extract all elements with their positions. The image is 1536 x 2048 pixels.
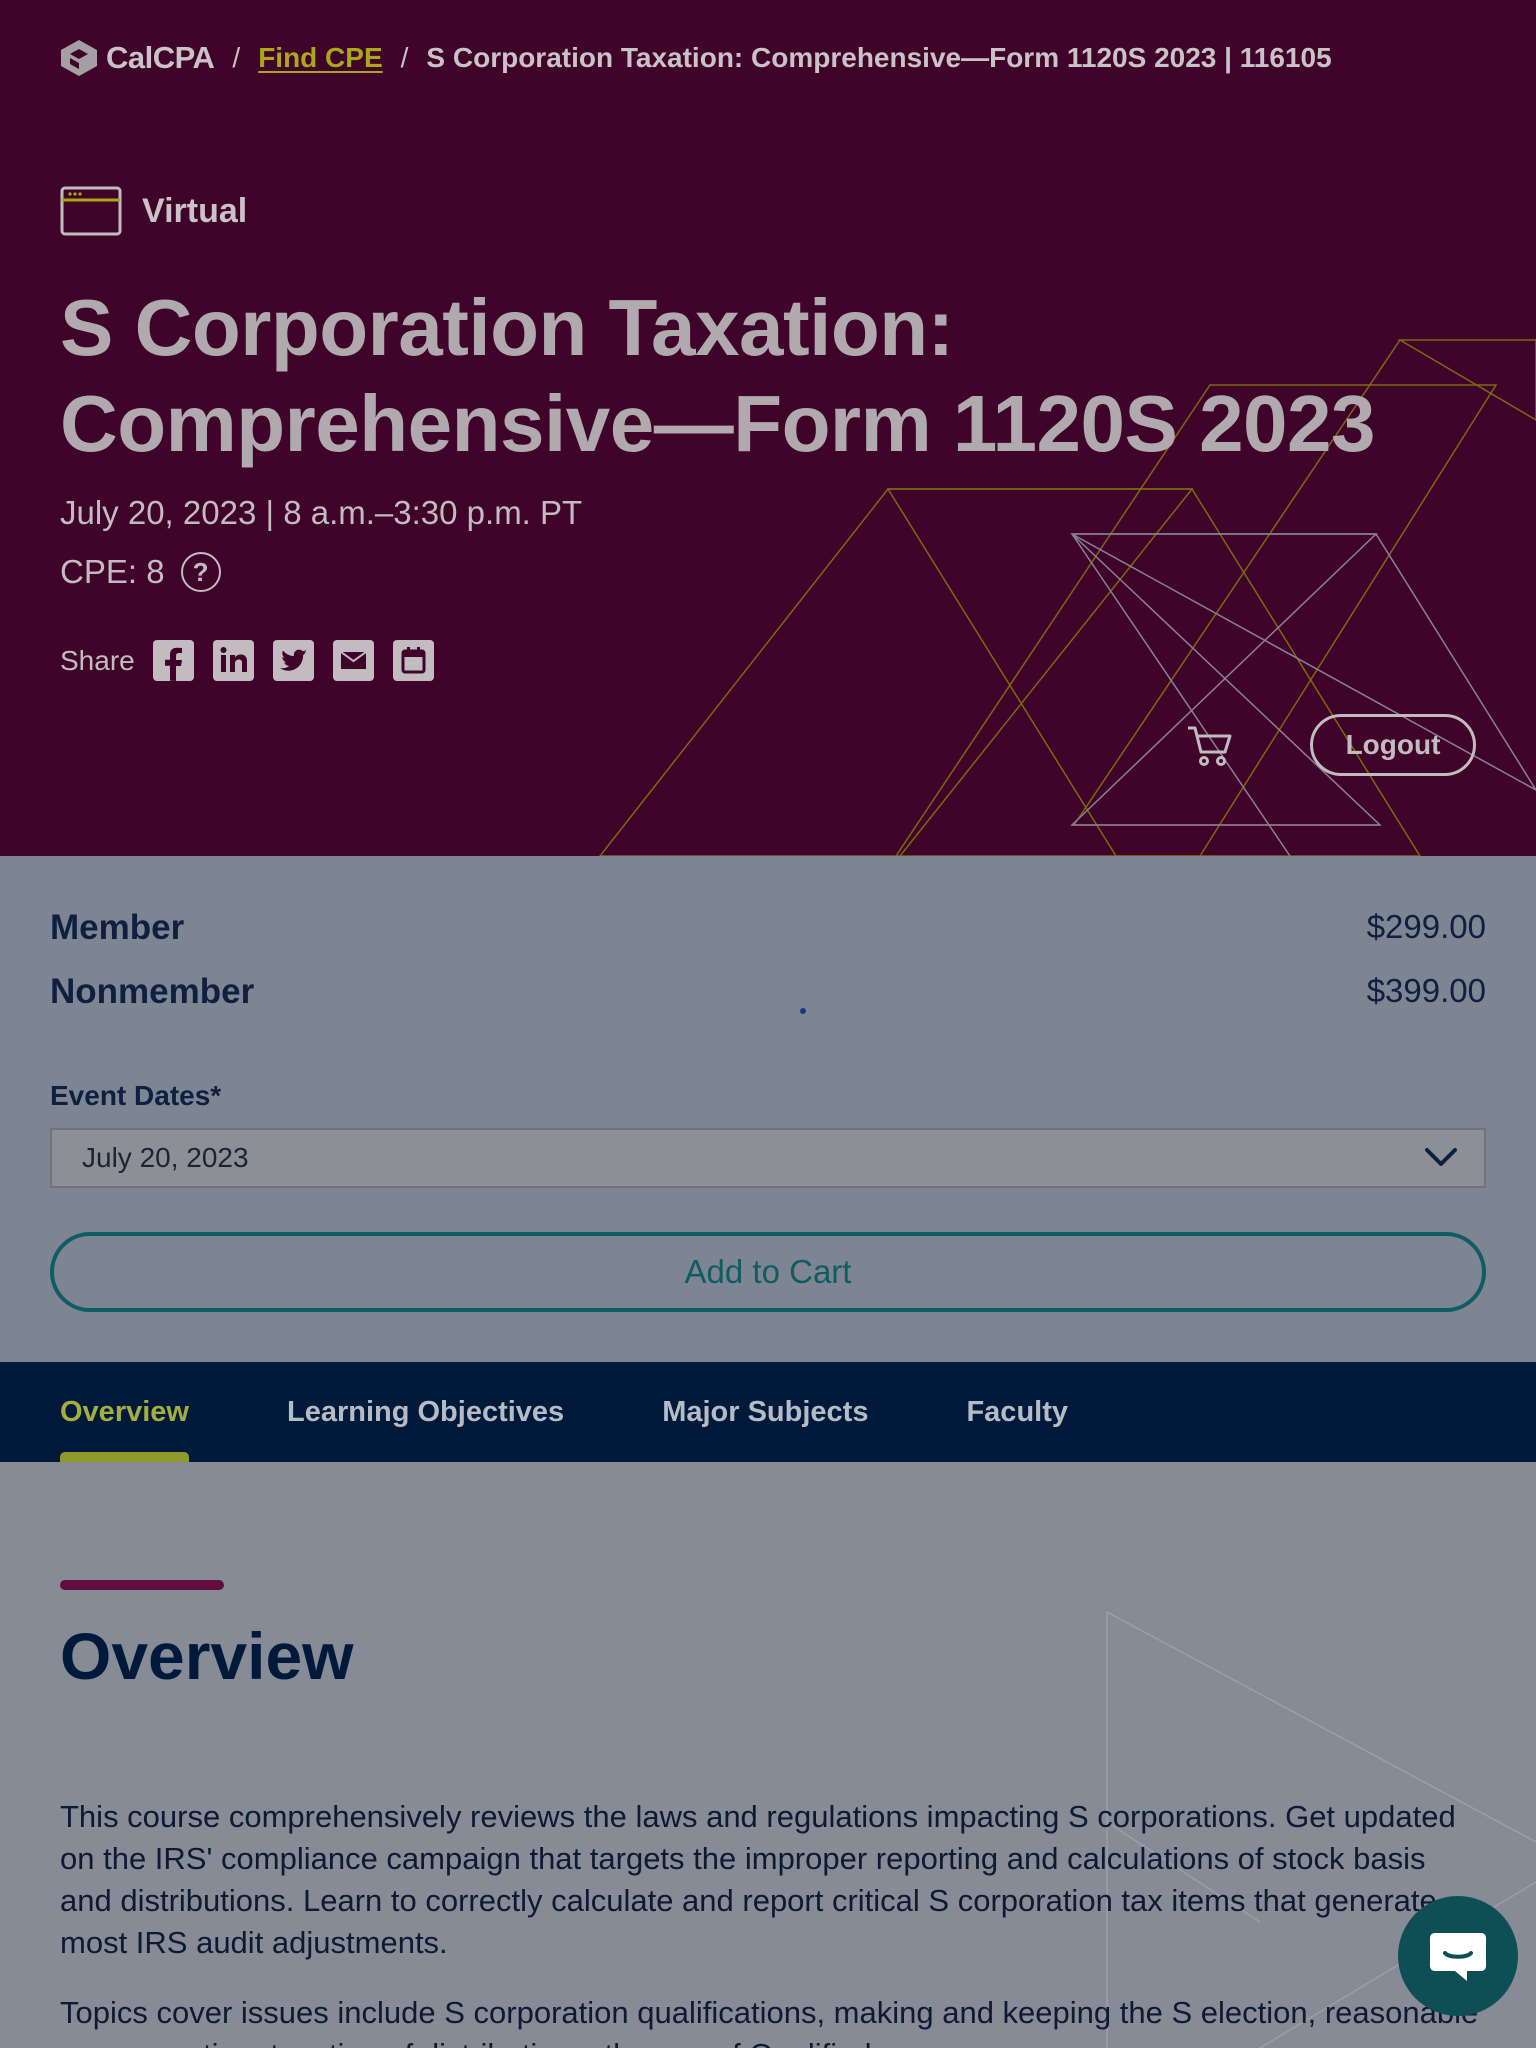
logout-button[interactable]: Logout — [1310, 714, 1476, 776]
registration-panel: Member $299.00 Nonmember $399.00 Event D… — [0, 856, 1536, 1362]
event-date-time: July 20, 2023 | 8 a.m.–3:30 p.m. PT — [60, 494, 583, 531]
nonmember-price-row: Nonmember $399.00 — [50, 972, 1486, 1012]
share-bar: Share — [60, 640, 453, 681]
breadcrumb-find-cpe-link[interactable]: Find CPE — [258, 42, 382, 74]
calendar-icon[interactable] — [392, 640, 434, 681]
loading-dot — [800, 1008, 806, 1014]
overview-paragraph-2: Topics cover issues include S corporatio… — [60, 1995, 1479, 2048]
tab-learning-objectives[interactable]: Learning Objectives — [287, 1362, 564, 1462]
event-format-label: Virtual — [142, 191, 248, 230]
event-dates-label: Event Dates* — [50, 1080, 222, 1111]
virtual-browser-icon — [60, 186, 122, 236]
chevron-down-icon — [1425, 1148, 1457, 1166]
tab-faculty[interactable]: Faculty — [966, 1362, 1068, 1462]
event-dates-select[interactable]: July 20, 2023 — [50, 1128, 1486, 1188]
breadcrumb-separator: / — [400, 42, 409, 73]
calcpa-logo-icon — [61, 40, 97, 76]
logo-text: CalCPA — [106, 40, 215, 75]
overview-section: Overview This course comprehensively rev… — [0, 1462, 1536, 2048]
breadcrumb: CalCPA / Find CPE / S Corporation Taxati… — [60, 38, 1332, 78]
chat-bubble-icon — [1430, 1933, 1486, 1981]
overview-heading: Overview — [60, 1619, 354, 1693]
tab-overview[interactable]: Overview — [60, 1362, 189, 1462]
page-title: S Corporation Taxation: Comprehensive—Fo… — [60, 280, 1480, 472]
nonmember-label: Nonmember — [50, 972, 255, 1011]
share-label: Share — [60, 644, 135, 676]
chat-button[interactable] — [1398, 1896, 1518, 2016]
cpe-help-icon[interactable]: ? — [180, 552, 221, 592]
tab-major-subjects[interactable]: Major Subjects — [662, 1362, 868, 1462]
member-label: Member — [50, 908, 185, 947]
twitter-icon[interactable] — [272, 640, 314, 681]
section-accent-bar — [60, 1580, 224, 1590]
cpe-credits-label: CPE: 8 — [60, 553, 165, 590]
cpe-credits: CPE: 8 ? — [60, 552, 221, 592]
title-line-2: Comprehensive—Form 1120S 2023 — [60, 379, 1376, 468]
breadcrumb-current-page: S Corporation Taxation: Comprehensive—Fo… — [426, 42, 1332, 73]
calcpa-logo[interactable]: CalCPA — [60, 39, 215, 77]
facebook-icon[interactable] — [152, 640, 194, 681]
event-dates-selected-value: July 20, 2023 — [82, 1142, 249, 1173]
event-hero: CalCPA / Find CPE / S Corporation Taxati… — [0, 0, 1536, 856]
member-price: $299.00 — [1366, 908, 1486, 945]
add-to-cart-button[interactable]: Add to Cart — [50, 1232, 1486, 1312]
nonmember-price: $399.00 — [1366, 972, 1486, 1009]
member-price-row: Member $299.00 — [50, 908, 1486, 948]
event-format: Virtual — [60, 186, 247, 236]
email-icon[interactable] — [332, 640, 374, 681]
linkedin-icon[interactable] — [212, 640, 254, 681]
cart-icon[interactable] — [1186, 724, 1234, 768]
title-line-1: S Corporation Taxation: — [60, 283, 954, 372]
section-tabs: Overview Learning Objectives Major Subje… — [0, 1362, 1536, 1462]
overview-paragraph-1: This course comprehensively reviews the … — [60, 1799, 1456, 1960]
breadcrumb-separator: / — [232, 42, 241, 73]
